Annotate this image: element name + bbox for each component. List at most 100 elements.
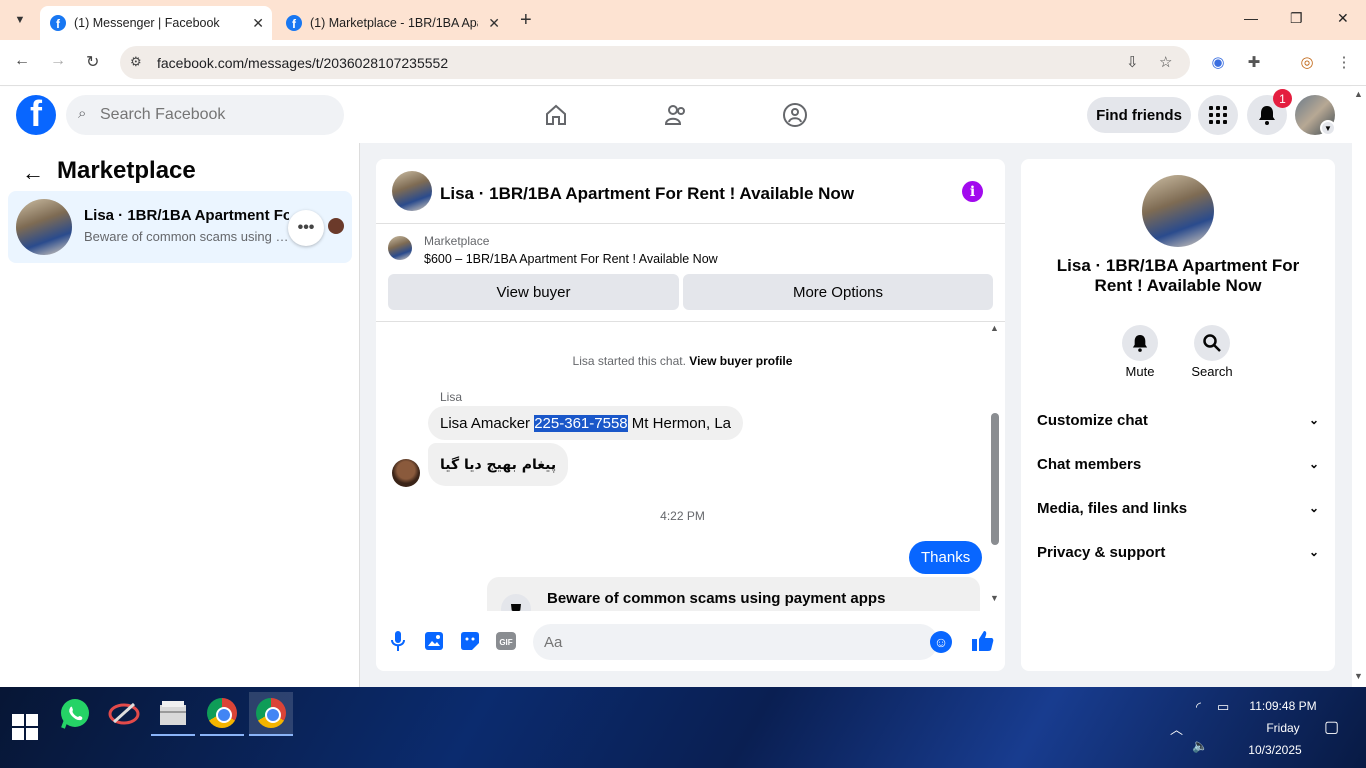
facebook-logo-icon[interactable]: f <box>16 95 56 135</box>
volume-icon[interactable]: 🔈 <box>1192 738 1208 754</box>
privacy-support-section[interactable]: Privacy & support ⌄ <box>1037 537 1319 567</box>
find-friends-button[interactable]: Find friends <box>1087 97 1191 133</box>
tab-close-icon[interactable]: ✕ <box>488 15 500 32</box>
listing-label: Marketplace <box>424 234 490 248</box>
more-options-icon[interactable]: ••• <box>288 210 324 246</box>
clock-day[interactable]: Friday <box>1238 721 1328 735</box>
scroll-down-icon[interactable]: ▼ <box>990 593 999 603</box>
url-text: facebook.com/messages/t/2036028107235552 <box>157 55 449 71</box>
scroll-down-icon[interactable]: ▼ <box>1354 671 1363 681</box>
message-timestamp: 4:22 PM <box>660 509 705 523</box>
browser-toolbar: ← → ↻ ⚙ facebook.com/messages/t/20360281… <box>0 40 1366 86</box>
sticker-icon[interactable] <box>459 630 481 652</box>
facebook-favicon-icon: f <box>286 15 302 31</box>
tab-close-icon[interactable]: ✕ <box>252 15 264 32</box>
clock-time[interactable]: 11:09:48 PM <box>1238 699 1328 713</box>
restore-icon[interactable]: ❐ <box>1290 10 1303 27</box>
groups-icon[interactable] <box>779 99 811 131</box>
listing-thumbnail <box>388 236 412 260</box>
media-files-links-section[interactable]: Media, files and links ⌄ <box>1037 493 1319 523</box>
outgoing-message[interactable]: Thanks <box>909 541 983 574</box>
tab-messenger[interactable]: f (1) Messenger | Facebook ✕ <box>40 6 272 40</box>
menu-grid-icon[interactable] <box>1198 95 1238 135</box>
message-text: Mt Hermon, La <box>627 414 732 432</box>
more-options-button[interactable]: More Options <box>683 274 993 310</box>
facebook-favicon-icon: f <box>50 15 66 31</box>
conversation-name: Lisa · 1BR/1BA Apartment For Rent ! Avai… <box>84 207 289 224</box>
clock-date[interactable]: 10/3/2025 <box>1230 743 1320 757</box>
listing-price-title[interactable]: $600 – 1BR/1BA Apartment For Rent ! Avai… <box>424 252 718 266</box>
page-scrollbar[interactable]: ▲ ▼ <box>1352 87 1366 687</box>
gif-icon[interactable]: GIF <box>495 630 517 652</box>
profile-icon[interactable]: ◎ <box>1297 52 1317 72</box>
view-buyer-button[interactable]: View buyer <box>388 274 679 310</box>
back-icon[interactable]: ← <box>14 52 30 70</box>
info-avatar[interactable] <box>1142 175 1214 247</box>
install-app-icon[interactable]: ⇩ <box>1126 53 1139 71</box>
forward-icon[interactable]: → <box>50 52 66 70</box>
info-icon[interactable]: i <box>962 181 983 202</box>
section-label: Privacy & support <box>1037 543 1166 561</box>
scam-warning-card[interactable]: ⛊ Beware of common scams using payment a… <box>487 577 980 611</box>
battery-icon[interactable]: ▭ <box>1217 699 1229 715</box>
microphone-icon[interactable] <box>387 630 409 652</box>
reload-icon[interactable]: ↻ <box>86 52 99 72</box>
message-composer[interactable]: ☺ <box>533 624 952 660</box>
address-bar[interactable]: ⚙ facebook.com/messages/t/20360281072355… <box>120 46 1190 79</box>
chat-scrollbar[interactable]: ▲ ▼ <box>988 323 1002 611</box>
view-buyer-profile-link[interactable]: View buyer profile <box>689 354 792 368</box>
tab-marketplace[interactable]: f (1) Marketplace - 1BR/1BA Apartment Fo… <box>276 6 508 40</box>
scroll-up-icon[interactable]: ▲ <box>1354 89 1363 99</box>
scam-warning-text: Beware of common scams using payment app… <box>547 590 886 607</box>
facebook-search[interactable]: ⌕ <box>66 95 344 135</box>
started-text: Lisa started this chat. <box>572 354 686 368</box>
like-thumb-icon[interactable] <box>972 630 994 652</box>
close-window-icon[interactable]: ✕ <box>1337 10 1349 27</box>
account-chevron-icon[interactable]: ▼ <box>1320 120 1336 136</box>
chrome-profile-icon[interactable] <box>249 692 293 736</box>
incoming-message[interactable]: Lisa Amacker 225-361-7558 Mt Hermon, La <box>428 406 744 440</box>
chevron-down-icon: ⌄ <box>1308 545 1319 559</box>
extensions-puzzle-icon[interactable]: ✚ <box>1244 52 1264 72</box>
bookmark-star-icon[interactable]: ☆ <box>1159 53 1172 71</box>
photo-icon[interactable] <box>423 630 445 652</box>
scrollbar-thumb[interactable] <box>991 413 999 545</box>
facebook-search-input[interactable] <box>100 95 330 135</box>
wifi-icon[interactable]: ◜ <box>1196 699 1201 715</box>
message-input[interactable] <box>544 624 904 660</box>
search-icon[interactable] <box>1194 325 1230 361</box>
chevron-down-icon: ⌄ <box>1308 501 1319 515</box>
minimize-icon[interactable]: — <box>1244 10 1258 26</box>
chat-members-section[interactable]: Chat members ⌄ <box>1037 449 1319 479</box>
chat-title[interactable]: Lisa · 1BR/1BA Apartment For Rent ! Avai… <box>440 184 854 204</box>
search-icon: ⌕ <box>78 105 87 122</box>
browser-menu-icon[interactable]: ⋮ <box>1334 52 1354 72</box>
home-icon[interactable] <box>540 99 572 131</box>
snipping-tool-icon[interactable] <box>102 692 146 736</box>
scroll-up-icon[interactable]: ▲ <box>990 323 999 333</box>
whatsapp-icon[interactable] <box>53 692 97 736</box>
site-info-icon[interactable]: ⚙ <box>130 54 142 70</box>
sender-avatar[interactable] <box>392 459 420 487</box>
extension-icon[interactable]: ◉ <box>1208 52 1228 72</box>
new-tab-icon[interactable]: + <box>520 9 532 32</box>
windows-taskbar: ︿ ◜ ▭ 🔈 11:09:48 PM Friday 10/3/2025 ▢ <box>0 687 1366 768</box>
chrome-icon[interactable] <box>200 692 244 736</box>
notification-center-icon[interactable]: ▢ <box>1324 717 1339 737</box>
emoji-icon[interactable]: ☺ <box>930 631 952 653</box>
file-explorer-icon[interactable] <box>151 692 195 736</box>
tab-list-button[interactable]: ▼ <box>8 8 32 32</box>
browser-tab-bar: ▼ f (1) Messenger | Facebook ✕ f (1) Mar… <box>0 0 1366 40</box>
mute-bell-icon[interactable] <box>1122 325 1158 361</box>
chat-avatar[interactable] <box>392 171 432 211</box>
conversation-item[interactable]: Lisa · 1BR/1BA Apartment For Rent ! Avai… <box>8 191 352 263</box>
tab-title: (1) Marketplace - 1BR/1BA Apartment For … <box>310 16 478 30</box>
windows-start-icon[interactable] <box>12 714 38 740</box>
tab-title: (1) Messenger | Facebook <box>74 16 220 30</box>
customize-chat-section[interactable]: Customize chat ⌄ <box>1037 405 1319 435</box>
back-arrow-icon[interactable]: ← <box>22 160 44 186</box>
incoming-message-urdu[interactable]: پیغام بھیج دیا گیا <box>428 443 569 486</box>
show-hidden-icons[interactable]: ︿ <box>1170 719 1183 738</box>
friends-icon[interactable] <box>660 99 692 131</box>
conversation-preview: Beware of common scams using payment app… <box>84 229 289 244</box>
